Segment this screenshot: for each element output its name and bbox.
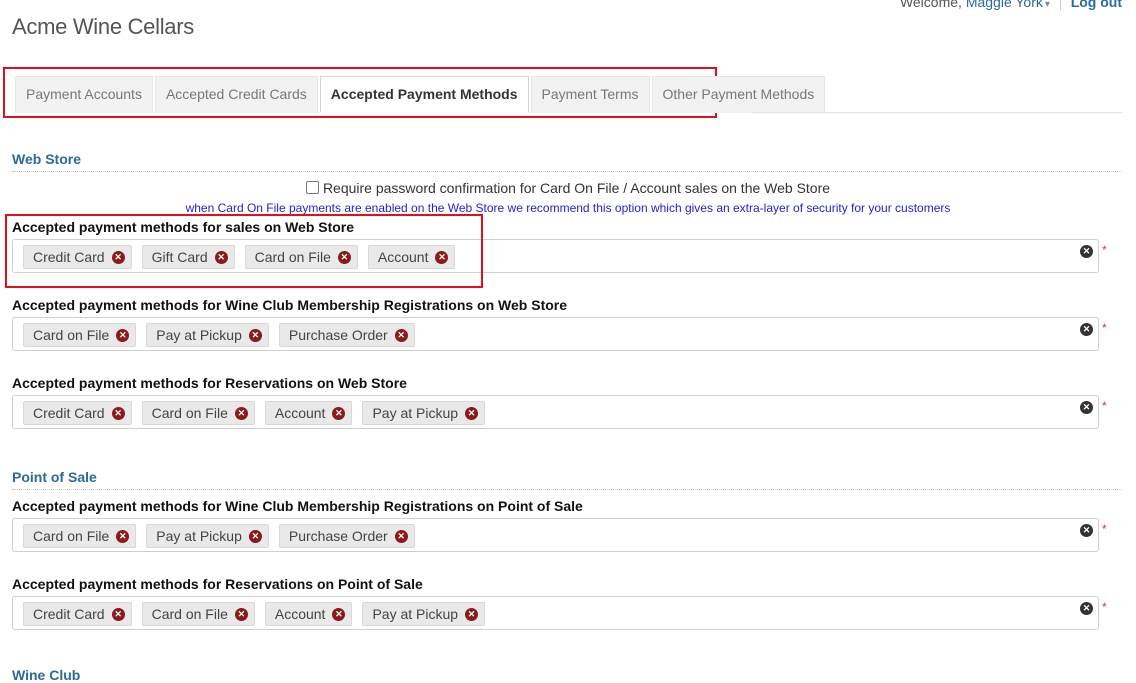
remove-circle-icon[interactable]: ✕	[332, 406, 346, 420]
tag-item: Card on File ✕	[141, 602, 255, 626]
tab-accepted-credit-cards[interactable]: Accepted Credit Cards	[154, 76, 318, 113]
remove-circle-icon[interactable]: ✕	[337, 250, 351, 264]
remove-circle-icon[interactable]: ✕	[234, 607, 248, 621]
remove-circle-icon[interactable]: ✕	[111, 406, 125, 420]
clear-all-icon[interactable]: ✕	[1080, 401, 1093, 414]
chevron-down-icon: ▾	[1044, 0, 1050, 10]
clear-all-icon[interactable]: ✕	[1080, 245, 1093, 258]
tag-item: Card on File ✕	[23, 323, 137, 347]
tag-label: Purchase Order	[288, 327, 388, 343]
remove-circle-icon[interactable]: ✕	[465, 406, 479, 420]
clear-all-icon[interactable]: ✕	[1080, 524, 1093, 537]
tag-label: Pay at Pickup	[372, 606, 459, 622]
tab-bar: Payment Accounts Accepted Credit Cards A…	[15, 76, 827, 113]
remove-circle-icon[interactable]: ✕	[332, 607, 346, 621]
tag-label: Card on File	[254, 249, 331, 265]
tag-item: Gift Card ✕	[141, 245, 235, 269]
tab-payment-accounts[interactable]: Payment Accounts	[15, 76, 153, 113]
tab-accepted-payment-methods[interactable]: Accepted Payment Methods	[319, 76, 529, 113]
tag-label: Pay at Pickup	[372, 405, 459, 421]
tag-item: Purchase Order ✕	[278, 524, 415, 548]
remove-circle-icon[interactable]: ✕	[394, 529, 408, 543]
clear-all-icon[interactable]: ✕	[1080, 323, 1093, 336]
remove-circle-icon[interactable]: ✕	[234, 406, 248, 420]
remove-circle-icon[interactable]: ✕	[214, 250, 228, 264]
section-title-web-store: Web Store	[12, 151, 81, 167]
field-label-pos-reservations: Accepted payment methods for Reservation…	[12, 576, 423, 592]
tab-payment-terms[interactable]: Payment Terms	[530, 76, 650, 113]
tag-label: Account	[274, 405, 326, 421]
section-divider	[12, 489, 1122, 490]
tag-label: Card on File	[33, 327, 110, 343]
section-title-point-of-sale: Point of Sale	[12, 469, 97, 485]
required-marker: *	[1102, 522, 1107, 536]
tag-input-web-store-reservations[interactable]: Credit Card ✕ Card on File ✕ Account ✕ Pay …	[12, 395, 1099, 429]
tab-other-payment-methods[interactable]: Other Payment Methods	[651, 76, 826, 113]
tabs-divider	[752, 112, 1122, 113]
tag-input-pos-club[interactable]: Card on File ✕ Pay at Pickup ✕ Purchase Or…	[12, 518, 1099, 552]
tag-item: Card on File ✕	[23, 524, 137, 548]
remove-circle-icon[interactable]: ✕	[394, 328, 408, 342]
tag-input-web-store-club[interactable]: Card on File ✕ Pay at Pickup ✕ Purchase Or…	[12, 317, 1099, 351]
tag-label: Pay at Pickup	[156, 327, 242, 343]
remove-circle-icon[interactable]: ✕	[116, 529, 130, 543]
tag-item: Account ✕	[264, 602, 353, 626]
required-marker: *	[1102, 321, 1107, 335]
section-title-wine-club: Wine Club	[12, 667, 81, 683]
tag-label: Card on File	[151, 606, 228, 622]
password-confirm-checkbox[interactable]	[305, 181, 319, 194]
welcome-text: Welcome,	[899, 0, 962, 10]
required-marker: *	[1102, 399, 1107, 413]
tag-label: Account	[377, 249, 429, 265]
tag-item: Pay at Pickup ✕	[146, 323, 269, 347]
tag-item: Account ✕	[264, 401, 353, 425]
remove-circle-icon[interactable]: ✕	[248, 529, 262, 543]
tag-label: Purchase Order	[288, 528, 388, 544]
password-option: Require password confirmation for Card O…	[0, 180, 1136, 196]
tag-label: Pay at Pickup	[156, 528, 242, 544]
tag-item: Credit Card ✕	[23, 602, 132, 626]
section-divider	[12, 171, 1122, 172]
app-title: Acme Wine Cellars	[12, 14, 194, 39]
tag-item: Pay at Pickup ✕	[362, 401, 486, 425]
tag-item: Credit Card ✕	[23, 245, 132, 269]
remove-circle-icon[interactable]: ✕	[111, 250, 125, 264]
tag-label: Gift Card	[151, 249, 208, 265]
remove-circle-icon[interactable]: ✕	[465, 607, 479, 621]
clear-all-icon[interactable]: ✕	[1080, 602, 1093, 615]
divider	[1059, 0, 1061, 11]
password-option-note: when Card On File payments are enabled o…	[185, 201, 951, 215]
remove-circle-icon[interactable]: ✕	[116, 328, 130, 342]
tag-item: Pay at Pickup ✕	[362, 602, 486, 626]
header-welcome: Welcome, Maggie York ▾ Log out	[899, 0, 1122, 11]
tag-label: Credit Card	[33, 405, 105, 421]
remove-circle-icon[interactable]: ✕	[248, 328, 262, 342]
tag-item: Credit Card ✕	[23, 401, 132, 425]
remove-circle-icon[interactable]: ✕	[111, 607, 125, 621]
field-label-web-store-reservations: Accepted payment methods for Reservation…	[12, 375, 407, 391]
tag-item: Pay at Pickup ✕	[146, 524, 269, 548]
tag-input-pos-reservations[interactable]: Credit Card ✕ Card on File ✕ Account ✕ Pay …	[12, 596, 1099, 630]
tabs-highlight: Payment Accounts Accepted Credit Cards A…	[3, 67, 826, 118]
tag-label: Card on File	[33, 528, 110, 544]
logout-link[interactable]: Log out	[1071, 0, 1122, 10]
tag-label: Credit Card	[33, 606, 105, 622]
tag-label: Card on File	[151, 405, 228, 421]
required-marker: *	[1102, 243, 1107, 257]
tag-label: Credit Card	[33, 249, 105, 265]
field-label-web-store-club: Accepted payment methods for Wine Club M…	[12, 297, 568, 313]
field-label-web-store-sales: Accepted payment methods for sales on We…	[12, 219, 355, 235]
tag-item: Account ✕	[367, 245, 456, 269]
tag-item: Card on File ✕	[244, 245, 358, 269]
remove-circle-icon[interactable]: ✕	[435, 250, 449, 264]
tag-input-web-store-sales[interactable]: Credit Card ✕ Gift Card ✕ Card on File ✕ Ac…	[12, 239, 1099, 273]
user-menu[interactable]: Maggie York	[966, 0, 1043, 10]
tag-label: Account	[274, 606, 326, 622]
field-label-pos-club: Accepted payment methods for Wine Club M…	[12, 498, 583, 514]
required-marker: *	[1102, 600, 1107, 614]
tag-item: Card on File ✕	[141, 401, 255, 425]
tag-item: Purchase Order ✕	[278, 323, 415, 347]
password-option-label[interactable]: Require password confirmation for Card O…	[323, 180, 830, 196]
